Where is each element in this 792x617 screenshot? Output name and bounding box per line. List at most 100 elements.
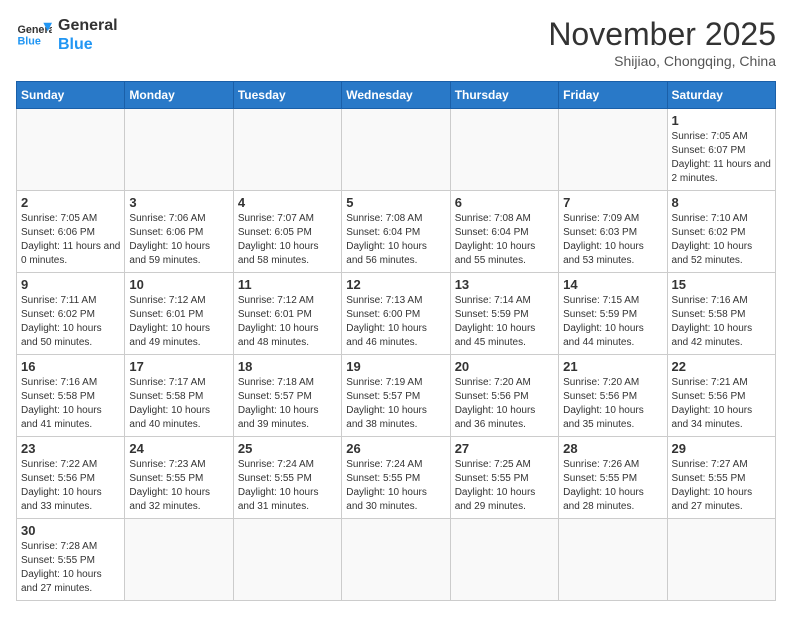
header: General Blue General Blue November 2025 … xyxy=(16,16,776,69)
month-title: November 2025 xyxy=(548,16,776,53)
calendar-cell: 17Sunrise: 7:17 AM Sunset: 5:58 PM Dayli… xyxy=(125,355,233,437)
logo-blue: Blue xyxy=(58,35,118,54)
calendar-cell xyxy=(667,519,775,601)
day-info: Sunrise: 7:16 AM Sunset: 5:58 PM Dayligh… xyxy=(21,376,120,432)
day-number: 12 xyxy=(346,277,445,292)
day-number: 11 xyxy=(238,277,337,292)
calendar-cell: 6 Sunrise: 7:08 AM Sunset: 6:04 PM Daylig… xyxy=(450,191,558,273)
day-number: 18 xyxy=(238,359,337,374)
day-number: 2 xyxy=(21,195,120,210)
day-info: Sunrise: 7:14 AM Sunset: 5:59 PM Dayligh… xyxy=(455,294,554,350)
calendar-cell: 14Sunrise: 7:15 AM Sunset: 5:59 PM Dayli… xyxy=(559,273,667,355)
calendar-cell: 19Sunrise: 7:19 AM Sunset: 5:57 PM Dayli… xyxy=(342,355,450,437)
calendar-cell: 13 Sunrise: 7:14 AM Sunset: 5:59 PM Dayli… xyxy=(450,273,558,355)
day-info: Sunrise: 7:05 AM Sunset: 6:06 PM Dayligh… xyxy=(21,212,120,268)
day-number: 26 xyxy=(346,441,445,456)
calendar-cell: 18 Sunrise: 7:18 AM Sunset: 5:57 PM Dayli… xyxy=(233,355,341,437)
day-number: 7 xyxy=(563,195,662,210)
calendar-cell: 8 Sunrise: 7:10 AM Sunset: 6:02 PM Daylig… xyxy=(667,191,775,273)
day-number: 16 xyxy=(21,359,120,374)
location-subtitle: Shijiao, Chongqing, China xyxy=(548,53,776,69)
day-info: Sunrise: 7:06 AM Sunset: 6:06 PM Dayligh… xyxy=(129,212,228,268)
calendar-cell: 21Sunrise: 7:20 AM Sunset: 5:56 PM Dayli… xyxy=(559,355,667,437)
day-info: Sunrise: 7:28 AM Sunset: 5:55 PM Dayligh… xyxy=(21,540,120,596)
day-number: 15 xyxy=(672,277,771,292)
day-info: Sunrise: 7:18 AM Sunset: 5:57 PM Dayligh… xyxy=(238,376,337,432)
calendar-cell: 20 Sunrise: 7:20 AM Sunset: 5:56 PM Dayli… xyxy=(450,355,558,437)
calendar-cell: 1Sunrise: 7:05 AM Sunset: 6:07 PM Daylig… xyxy=(667,109,775,191)
calendar-cell: 5Sunrise: 7:08 AM Sunset: 6:04 PM Daylig… xyxy=(342,191,450,273)
calendar: SundayMondayTuesdayWednesdayThursdayFrid… xyxy=(16,81,776,601)
calendar-cell xyxy=(17,109,125,191)
day-number: 24 xyxy=(129,441,228,456)
day-info: Sunrise: 7:16 AM Sunset: 5:58 PM Dayligh… xyxy=(672,294,771,350)
calendar-cell: 4Sunrise: 7:07 AM Sunset: 6:05 PM Daylig… xyxy=(233,191,341,273)
svg-text:Blue: Blue xyxy=(17,36,40,48)
day-number: 13 xyxy=(455,277,554,292)
calendar-cell: 11Sunrise: 7:12 AM Sunset: 6:01 PM Dayli… xyxy=(233,273,341,355)
day-info: Sunrise: 7:12 AM Sunset: 6:01 PM Dayligh… xyxy=(129,294,228,350)
calendar-cell xyxy=(233,519,341,601)
day-info: Sunrise: 7:24 AM Sunset: 5:55 PM Dayligh… xyxy=(238,458,337,514)
day-info: Sunrise: 7:26 AM Sunset: 5:55 PM Dayligh… xyxy=(563,458,662,514)
calendar-cell xyxy=(450,109,558,191)
day-number: 9 xyxy=(21,277,120,292)
calendar-cell: 24Sunrise: 7:23 AM Sunset: 5:55 PM Dayli… xyxy=(125,437,233,519)
day-number: 30 xyxy=(21,523,120,538)
day-info: Sunrise: 7:13 AM Sunset: 6:00 PM Dayligh… xyxy=(346,294,445,350)
day-number: 20 xyxy=(455,359,554,374)
calendar-header-row: SundayMondayTuesdayWednesdayThursdayFrid… xyxy=(17,82,776,109)
day-info: Sunrise: 7:25 AM Sunset: 5:55 PM Dayligh… xyxy=(455,458,554,514)
calendar-cell xyxy=(450,519,558,601)
calendar-week-1: 1Sunrise: 7:05 AM Sunset: 6:07 PM Daylig… xyxy=(17,109,776,191)
calendar-week-2: 2 Sunrise: 7:05 AM Sunset: 6:06 PM Daylig… xyxy=(17,191,776,273)
col-header-monday: Monday xyxy=(125,82,233,109)
calendar-cell: 10 Sunrise: 7:12 AM Sunset: 6:01 PM Dayli… xyxy=(125,273,233,355)
calendar-cell xyxy=(233,109,341,191)
calendar-cell: 15 Sunrise: 7:16 AM Sunset: 5:58 PM Dayli… xyxy=(667,273,775,355)
calendar-cell: 2 Sunrise: 7:05 AM Sunset: 6:06 PM Daylig… xyxy=(17,191,125,273)
day-info: Sunrise: 7:21 AM Sunset: 5:56 PM Dayligh… xyxy=(672,376,771,432)
day-info: Sunrise: 7:10 AM Sunset: 6:02 PM Dayligh… xyxy=(672,212,771,268)
day-info: Sunrise: 7:19 AM Sunset: 5:57 PM Dayligh… xyxy=(346,376,445,432)
calendar-cell: 29Sunrise: 7:27 AM Sunset: 5:55 PM Dayli… xyxy=(667,437,775,519)
calendar-cell xyxy=(125,109,233,191)
calendar-week-3: 9Sunrise: 7:11 AM Sunset: 6:02 PM Daylig… xyxy=(17,273,776,355)
day-number: 27 xyxy=(455,441,554,456)
day-number: 23 xyxy=(21,441,120,456)
day-number: 6 xyxy=(455,195,554,210)
calendar-cell: 26 Sunrise: 7:24 AM Sunset: 5:55 PM Dayli… xyxy=(342,437,450,519)
day-number: 8 xyxy=(672,195,771,210)
calendar-week-5: 23 Sunrise: 7:22 AM Sunset: 5:56 PM Dayli… xyxy=(17,437,776,519)
col-header-tuesday: Tuesday xyxy=(233,82,341,109)
day-info: Sunrise: 7:08 AM Sunset: 6:04 PM Dayligh… xyxy=(346,212,445,268)
col-header-wednesday: Wednesday xyxy=(342,82,450,109)
day-info: Sunrise: 7:15 AM Sunset: 5:59 PM Dayligh… xyxy=(563,294,662,350)
day-info: Sunrise: 7:17 AM Sunset: 5:58 PM Dayligh… xyxy=(129,376,228,432)
calendar-cell xyxy=(342,109,450,191)
col-header-friday: Friday xyxy=(559,82,667,109)
day-number: 10 xyxy=(129,277,228,292)
calendar-week-4: 16 Sunrise: 7:16 AM Sunset: 5:58 PM Dayli… xyxy=(17,355,776,437)
calendar-cell: 16 Sunrise: 7:16 AM Sunset: 5:58 PM Dayli… xyxy=(17,355,125,437)
title-area: November 2025 Shijiao, Chongqing, China xyxy=(548,16,776,69)
calendar-cell xyxy=(559,109,667,191)
day-info: Sunrise: 7:22 AM Sunset: 5:56 PM Dayligh… xyxy=(21,458,120,514)
day-info: Sunrise: 7:08 AM Sunset: 6:04 PM Dayligh… xyxy=(455,212,554,268)
calendar-cell: 12 Sunrise: 7:13 AM Sunset: 6:00 PM Dayli… xyxy=(342,273,450,355)
logo-icon: General Blue xyxy=(16,17,52,53)
calendar-cell: 7 Sunrise: 7:09 AM Sunset: 6:03 PM Daylig… xyxy=(559,191,667,273)
col-header-thursday: Thursday xyxy=(450,82,558,109)
day-number: 3 xyxy=(129,195,228,210)
calendar-cell: 22Sunrise: 7:21 AM Sunset: 5:56 PM Dayli… xyxy=(667,355,775,437)
day-number: 4 xyxy=(238,195,337,210)
day-number: 25 xyxy=(238,441,337,456)
calendar-cell: 3 Sunrise: 7:06 AM Sunset: 6:06 PM Daylig… xyxy=(125,191,233,273)
day-info: Sunrise: 7:20 AM Sunset: 5:56 PM Dayligh… xyxy=(455,376,554,432)
day-info: Sunrise: 7:09 AM Sunset: 6:03 PM Dayligh… xyxy=(563,212,662,268)
calendar-cell: 28Sunrise: 7:26 AM Sunset: 5:55 PM Dayli… xyxy=(559,437,667,519)
col-header-saturday: Saturday xyxy=(667,82,775,109)
calendar-cell: 30 Sunrise: 7:28 AM Sunset: 5:55 PM Dayli… xyxy=(17,519,125,601)
day-number: 21 xyxy=(563,359,662,374)
day-info: Sunrise: 7:24 AM Sunset: 5:55 PM Dayligh… xyxy=(346,458,445,514)
